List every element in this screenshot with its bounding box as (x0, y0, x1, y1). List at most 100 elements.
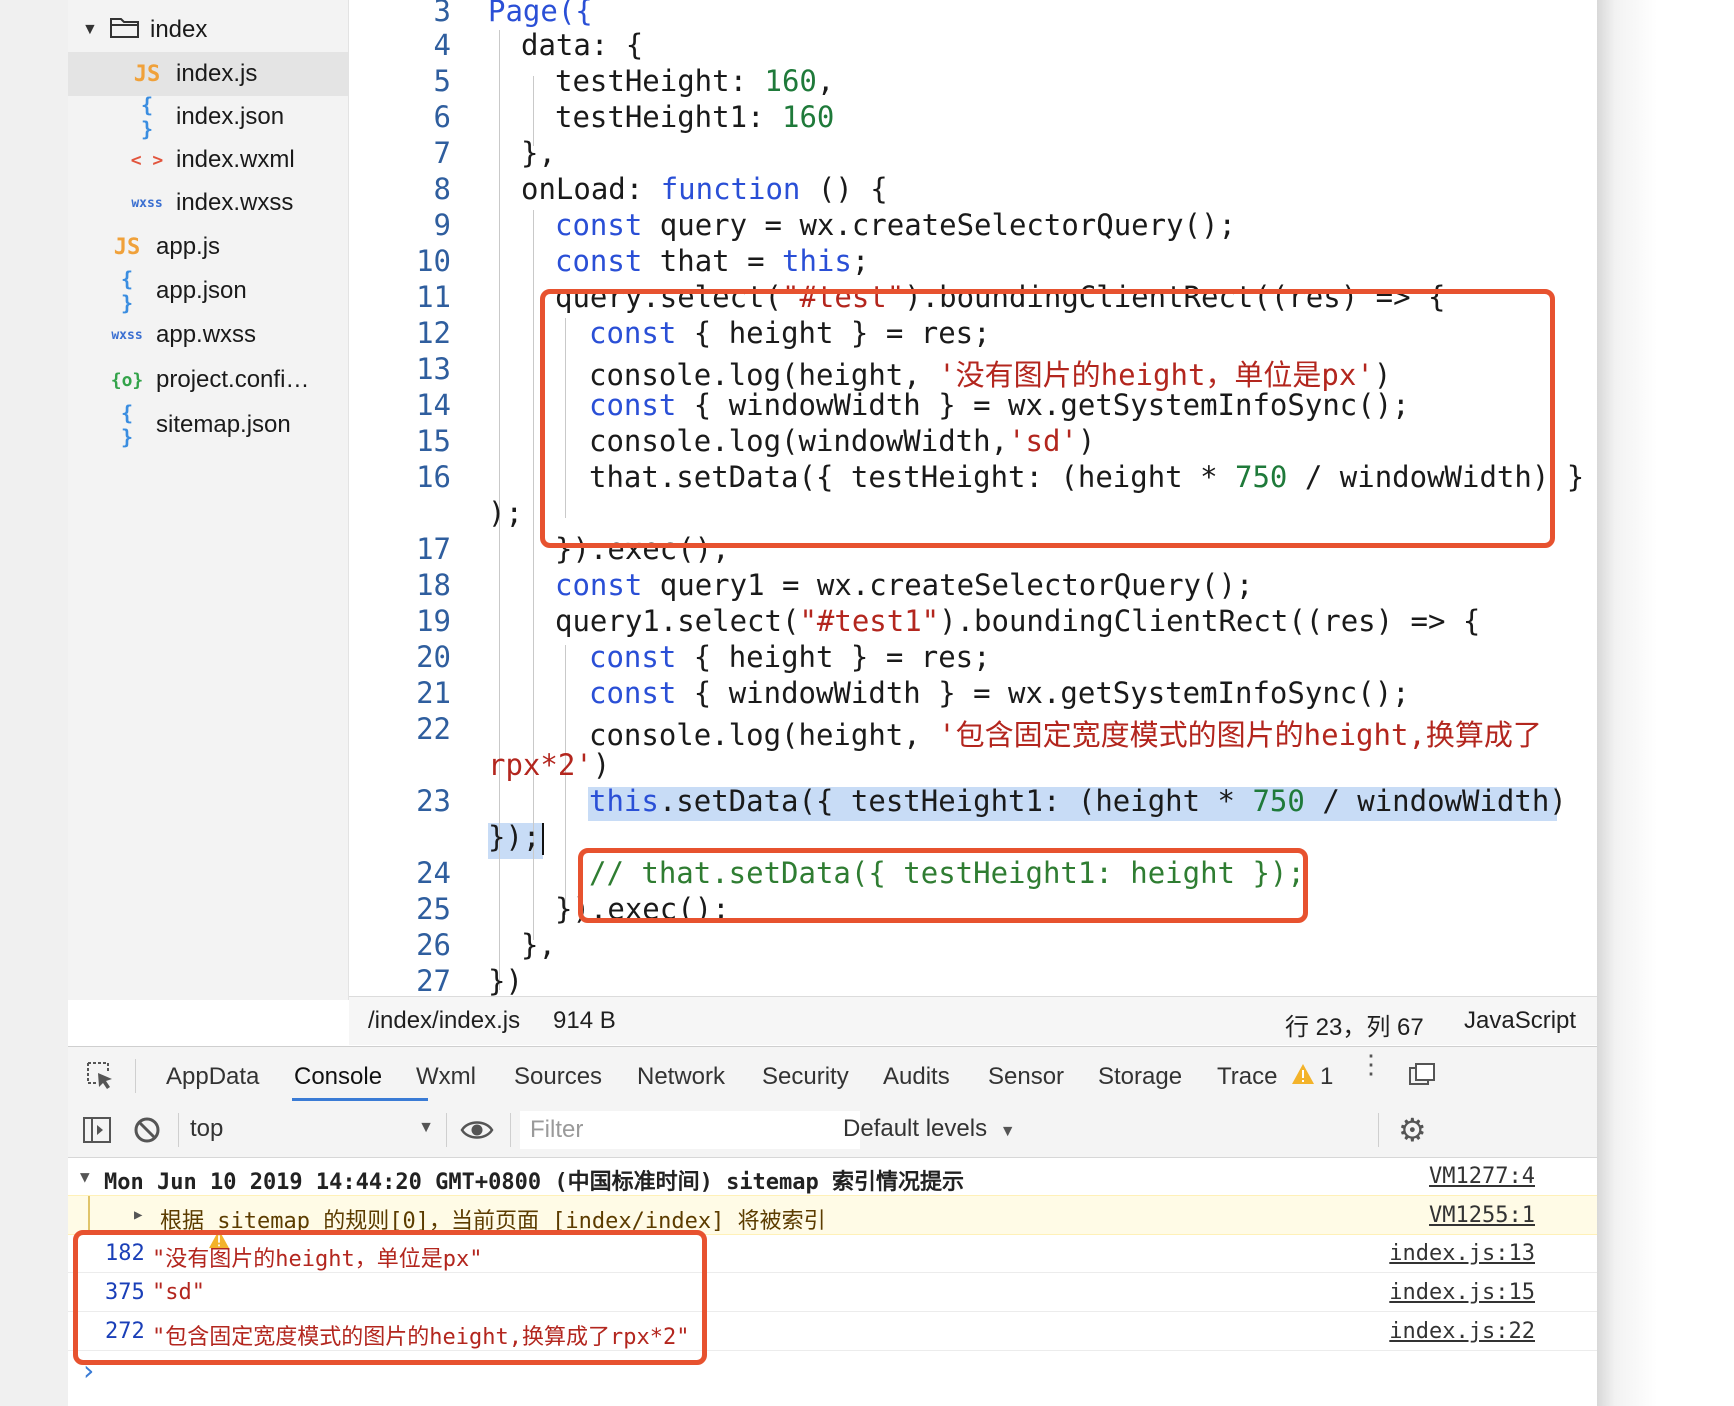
wxml-file-icon: < > (130, 149, 164, 171)
clear-console-icon[interactable] (132, 1115, 162, 1150)
tab-trace[interactable]: Trace (1217, 1063, 1277, 1091)
divider (446, 1113, 447, 1147)
code-line-5: testHeight: 160, (555, 64, 835, 98)
tree-item-label: project.confi… (156, 366, 310, 393)
json-file-icon: { } (120, 401, 134, 449)
more-options-icon[interactable]: ⋮ (1358, 1051, 1384, 1077)
group-indent-bar (88, 1196, 90, 1234)
source-link[interactable]: index.js:22 (1389, 1319, 1535, 1344)
active-tab-indicator (292, 1098, 428, 1101)
tab-audits[interactable]: Audits (883, 1063, 950, 1091)
tab-sensor[interactable]: Sensor (988, 1063, 1064, 1091)
code-line-3: Page({ (488, 0, 593, 28)
line-number: 5 (433, 64, 451, 98)
chevron-down-icon[interactable]: ▼ (82, 21, 102, 39)
inspect-element-icon[interactable] (84, 1059, 116, 1096)
context-label: top (190, 1115, 224, 1142)
line-number: 6 (433, 100, 451, 134)
divider (510, 1113, 511, 1147)
source-link[interactable]: index.js:13 (1389, 1241, 1535, 1266)
tree-file-index-wxss[interactable]: wxss index.wxss (68, 181, 348, 225)
tree-file-index-js[interactable]: JS index.js (68, 52, 348, 96)
tree-file-sitemap-json[interactable]: { } sitemap.json (68, 401, 348, 449)
tree-item-label: index.js (176, 60, 258, 87)
chevron-right-icon[interactable]: ▶ (134, 1207, 142, 1223)
tree-file-index-wxml[interactable]: < > index.wxml (68, 138, 348, 182)
log-levels-select[interactable]: Default levels ▼ (843, 1115, 1016, 1143)
warning-icon[interactable] (1291, 1063, 1315, 1090)
tree-item-label: index.wxml (176, 146, 295, 173)
line-number: 18 (416, 568, 451, 602)
code-line-20: const { height } = res; (589, 640, 991, 674)
tab-storage[interactable]: Storage (1098, 1063, 1182, 1091)
gear-icon[interactable]: ⚙ (1398, 1113, 1427, 1147)
code-line-6: testHeight1: 160 (555, 100, 835, 134)
js-file-icon: JS (133, 61, 161, 87)
line-number: 10 (416, 244, 451, 278)
divider (1378, 1113, 1379, 1147)
line-number: 3 (433, 0, 451, 28)
cursor-position[interactable]: 行 23，列 67 (1285, 1007, 1424, 1042)
line-number: 13 (416, 352, 451, 386)
log-levels-label: Default levels (843, 1115, 988, 1142)
wxss-file-icon: wxss (111, 327, 143, 343)
group-title: Mon Jun 10 2019 14:44:20 GMT+0800 (中国标准时… (104, 1170, 965, 1195)
tab-sources[interactable]: Sources (514, 1063, 602, 1091)
eye-icon[interactable] (460, 1117, 494, 1148)
tree-item-label: index.wxss (176, 189, 294, 216)
tab-security[interactable]: Security (762, 1063, 849, 1091)
sidebar-toggle-icon[interactable] (82, 1115, 112, 1150)
folder-icon (110, 16, 140, 45)
line-number: 25 (416, 892, 451, 926)
code-line-4: data: { (521, 28, 644, 62)
tab-network[interactable]: Network (637, 1063, 725, 1091)
code-line-19: query1.select("#test1").boundingClientRe… (555, 604, 1481, 638)
tree-item-label: index (150, 16, 208, 43)
line-number: 14 (416, 388, 451, 422)
chevron-down-icon[interactable]: ▼ (80, 1167, 90, 1186)
console-output[interactable]: ▼ Mon Jun 10 2019 14:44:20 GMT+0800 (中国标… (68, 1157, 1597, 1406)
tree-file-project-config[interactable]: {o} project.confi… (68, 358, 348, 402)
line-number: 7 (433, 136, 451, 170)
line-number: 26 (416, 928, 451, 962)
editor-statusbar: /index/index.js 914 B 行 23，列 67 JavaScri… (349, 996, 1597, 1045)
source-link[interactable]: index.js:15 (1389, 1280, 1535, 1305)
source-link[interactable]: VM1277:4 (1429, 1164, 1535, 1189)
code-line-10: const that = this; (555, 244, 870, 278)
tab-appdata[interactable]: AppData (166, 1063, 259, 1091)
console-group-header[interactable]: ▼ Mon Jun 10 2019 14:44:20 GMT+0800 (中国标… (68, 1157, 1597, 1196)
code-line-7: }, (521, 136, 556, 170)
line-number: 23 (416, 784, 451, 818)
tree-folder-index[interactable]: ▼ index (68, 8, 348, 52)
tab-wxml[interactable]: Wxml (416, 1063, 476, 1091)
divider (135, 1059, 136, 1093)
devtools-tabbar: AppData Console Wxml Sources Network Sec… (68, 1046, 1597, 1104)
console-warning-row[interactable]: ▶ 根据 sitemap 的规则[0]，当前页面 [index/index] 将… (68, 1195, 1597, 1249)
line-number: 20 (416, 640, 451, 674)
code-line-26: }, (521, 928, 556, 962)
tree-item-label: app.js (156, 233, 221, 260)
context-select[interactable]: top ▼ (190, 1115, 434, 1143)
line-number: 8 (433, 172, 451, 206)
code-editor[interactable]: 3 4 5 6 7 8 9 10 11 12 13 14 15 16 17 18… (349, 0, 1597, 996)
dropdown-arrow-icon: ▼ (418, 1119, 434, 1136)
config-file-icon: {o} (110, 369, 144, 391)
tree-item-label: app.json (156, 277, 247, 304)
tree-file-app-js[interactable]: JS app.js (68, 225, 348, 269)
language-mode[interactable]: JavaScript (1464, 1007, 1576, 1035)
undock-icon[interactable] (1408, 1061, 1436, 1094)
code-line-21: const { windowWidth } = wx.getSystemInfo… (589, 676, 1410, 710)
annotation-box-comment (578, 848, 1308, 923)
tree-file-index-json[interactable]: { } index.json (68, 93, 348, 141)
tab-console[interactable]: Console (294, 1063, 382, 1091)
line-number: 16 (416, 460, 451, 494)
filter-input[interactable]: Filter (520, 1111, 860, 1149)
line-number: 19 (416, 604, 451, 638)
tree-file-app-wxss[interactable]: wxss app.wxss (68, 313, 348, 357)
js-file-icon: JS (113, 234, 141, 260)
warning-count[interactable]: 1 (1320, 1063, 1333, 1091)
source-link[interactable]: VM1255:1 (1429, 1203, 1535, 1228)
file-path: /index/index.js (368, 1007, 521, 1034)
tree-file-app-json[interactable]: { } app.json (68, 267, 348, 315)
code-line-27: }) (488, 964, 523, 996)
